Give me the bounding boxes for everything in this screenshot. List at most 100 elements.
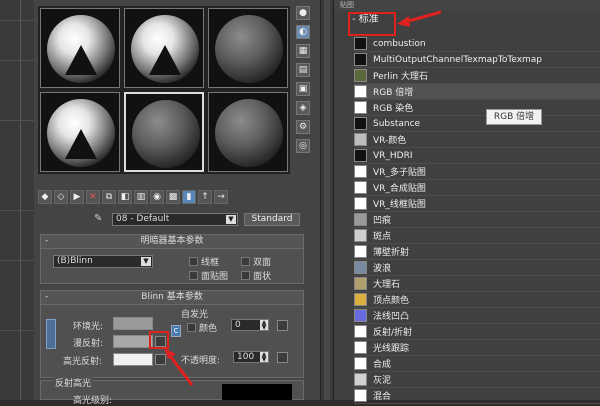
copy-material-icon[interactable]: ⧉ [102, 190, 116, 204]
sample-slot-2[interactable] [124, 8, 204, 88]
map-list-item[interactable]: 大理石 [354, 276, 600, 292]
self-illum-group-label: 自发光 [181, 310, 209, 320]
map-thumbnail-icon [354, 325, 367, 338]
map-list-item[interactable]: VR_多子贴图 [354, 164, 600, 180]
reset-map-icon[interactable]: ✕ [86, 190, 100, 204]
lock-icon[interactable]: C [171, 325, 181, 337]
map-list-item[interactable]: 合成 [354, 356, 600, 372]
map-list-item[interactable]: MultiOutputChannelTexmapToTexmap [354, 52, 600, 68]
map-list-item[interactable]: Substance [354, 116, 600, 132]
sample-slot-3[interactable] [208, 8, 288, 88]
make-unique-icon[interactable]: ◧ [118, 190, 132, 204]
map-list-item[interactable]: 光线跟踪 [354, 340, 600, 356]
map-list-item[interactable]: VR_合成贴图 [354, 180, 600, 196]
options-icon[interactable]: ⚙ [296, 120, 310, 134]
map-thumbnail-icon [354, 133, 367, 146]
chevron-down-icon[interactable]: ▼ [226, 214, 236, 224]
map-list-item[interactable]: 顶点颜色 [354, 292, 600, 308]
material-id-icon[interactable]: ◉ [150, 190, 164, 204]
map-list-item-label: 顶点颜色 [373, 296, 410, 306]
video-check-icon[interactable]: ▣ [296, 82, 310, 96]
opacity-map-button[interactable] [277, 352, 288, 363]
make-preview-icon[interactable]: ◈ [296, 101, 310, 115]
material-name-row: ✎ 08 - Default ▼ Standard [94, 212, 324, 226]
map-list-item[interactable]: 法线凹凸 [354, 308, 600, 324]
panel-divider[interactable] [320, 0, 334, 400]
assign-icon[interactable]: ▶ [70, 190, 84, 204]
map-thumbnail-icon [354, 309, 367, 322]
sample-slot-1[interactable] [40, 8, 120, 88]
sample-slot-5[interactable] [124, 92, 204, 172]
map-list-item[interactable]: VR-颜色 [354, 132, 600, 148]
ambient-label: 环境光: [73, 322, 104, 332]
diffuse-label: 漫反射: [73, 339, 104, 349]
map-thumbnail-icon [354, 53, 367, 66]
diffuse-color-swatch[interactable] [113, 335, 153, 348]
get-material-icon[interactable]: ◆ [38, 190, 52, 204]
specular-color-swatch[interactable] [113, 353, 153, 366]
map-list-item[interactable]: Perlin 大理石 [354, 68, 600, 84]
map-thumbnail-icon [354, 165, 367, 178]
map-list-item-label: 混合 [373, 392, 392, 402]
map-list-item[interactable]: RGB 染色 [354, 100, 600, 116]
self-illum-spinner[interactable]: 0 ▲ ▼ [231, 319, 269, 331]
map-list-item-label: Substance [373, 118, 421, 129]
eyedropper-icon[interactable]: ✎ [94, 213, 106, 225]
go-forward-sibling-icon[interactable]: → [214, 190, 228, 204]
map-list-item-label: RGB 倍增 [373, 88, 414, 98]
go-to-parent-icon[interactable]: ↑ [198, 190, 212, 204]
material-type-button[interactable]: Standard [244, 212, 300, 226]
map-thumbnail-icon [354, 101, 367, 114]
map-list-item[interactable]: RGB 倍增 [354, 84, 600, 100]
map-thumbnail-icon [354, 293, 367, 306]
show-end-result-icon[interactable]: ▮ [182, 190, 196, 204]
faceted-checkbox[interactable]: 面状 [241, 269, 271, 282]
put-to-scene-icon[interactable]: ◇ [54, 190, 68, 204]
map-list-item[interactable]: 反射/折射 [354, 324, 600, 340]
map-thumbnail-icon [354, 213, 367, 226]
map-list-item[interactable]: VR_HDRI [354, 148, 600, 164]
slot-side-toolbar: ● ◐ ▦ ▤ ▣ ◈ ⚙ ◎ [296, 6, 312, 174]
face-map-checkbox[interactable]: 面贴图 [189, 269, 228, 282]
sample-slot-6[interactable] [208, 92, 288, 172]
map-list-item[interactable]: 薄壁折射 [354, 244, 600, 260]
map-list-item-label: VR_线框贴图 [373, 200, 426, 210]
map-list-item[interactable]: 混合 [354, 388, 600, 404]
wire-checkbox[interactable]: 线框 [189, 255, 219, 268]
map-list-item[interactable]: 灰泥 [354, 372, 600, 388]
blinn-rollout-header[interactable]: - Blinn 基本参数 [41, 291, 303, 305]
background-icon[interactable]: ▦ [296, 44, 310, 58]
map-list-item-label: RGB 染色 [373, 104, 414, 114]
map-list-item-label: 法线凹凸 [373, 312, 410, 322]
map-list-item-label: VR_合成贴图 [373, 184, 426, 194]
tooltip: RGB 倍增 [486, 109, 542, 125]
map-thumbnail-icon [354, 341, 367, 354]
self-illum-color-checkbox[interactable]: 颜色 [187, 321, 217, 334]
two-sided-checkbox[interactable]: 双面 [241, 255, 271, 268]
material-name-dropdown[interactable]: 08 - Default ▼ [112, 212, 238, 226]
map-list-item[interactable]: 波浪 [354, 260, 600, 276]
map-thumbnail-icon [354, 117, 367, 130]
map-list-item[interactable]: 斑点 [354, 228, 600, 244]
viewport-edge [0, 0, 34, 400]
shader-dropdown[interactable]: (B)Blinn ▼ [53, 255, 153, 268]
map-list-item[interactable]: 凹痕 [354, 212, 600, 228]
self-illum-map-button[interactable] [277, 320, 288, 331]
sample-type-icon[interactable]: ● [296, 6, 310, 20]
uv-tiling-icon[interactable]: ▤ [296, 63, 310, 77]
annotation-arrow-icon [397, 10, 442, 27]
map-thumbnail-icon [354, 37, 367, 50]
show-map-icon[interactable]: ▩ [166, 190, 180, 204]
sample-slot-4[interactable] [40, 92, 120, 172]
map-list-item[interactable]: combustion [354, 36, 600, 52]
opacity-spinner[interactable]: 100 ▲ ▼ [233, 351, 269, 363]
select-by-material-icon[interactable]: ◎ [296, 139, 310, 153]
shader-rollout-header[interactable]: - 明暗器基本参数 [41, 235, 303, 249]
put-to-library-icon[interactable]: ▥ [134, 190, 148, 204]
ambient-color-swatch[interactable] [113, 317, 153, 330]
chevron-down-icon[interactable]: ▼ [141, 257, 151, 266]
backlight-icon[interactable]: ◐ [296, 25, 310, 39]
map-list-item-label: 光线跟踪 [373, 344, 410, 354]
map-thumbnail-icon [354, 389, 367, 402]
map-list-item[interactable]: VR_线框贴图 [354, 196, 600, 212]
